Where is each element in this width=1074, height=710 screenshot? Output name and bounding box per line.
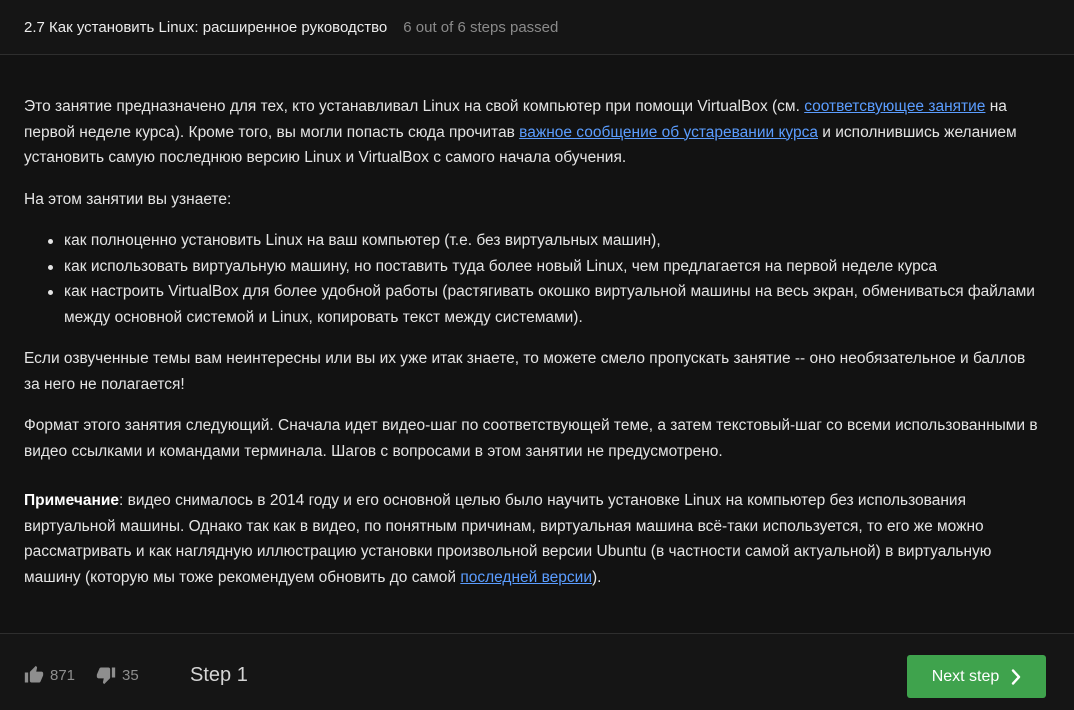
link-latest-version[interactable]: последней версии [460,569,592,586]
intro-paragraph: Это занятие предназначено для тех, кто у… [24,94,1044,171]
next-step-label: Next step [931,667,1000,685]
intro-text-1: Это занятие предназначено для тех, кто у… [24,98,805,115]
list-item: как использовать виртуальную машину, но … [48,254,1044,280]
step-indicator: Step 1 [190,664,248,686]
learn-heading: На этом занятии вы узнаете: [24,190,232,208]
link-deprecation-notice[interactable]: важное сообщение об устаревании курса [519,124,818,141]
list-item: как полноценно установить Linux на ваш к… [48,228,1044,254]
topics-list: как полноценно установить Linux на ваш к… [24,228,1044,330]
chevron-right-icon [1011,668,1021,685]
link-corresponding-lesson[interactable]: соответсвующее занятие [804,98,985,115]
like-button[interactable]: 871 [24,665,75,685]
format-paragraph: Формат этого занятия следующий. Сначала … [24,417,1038,460]
thumbs-down-icon [96,665,116,685]
like-count: 871 [50,666,76,684]
dislike-button[interactable]: 35 [96,665,139,685]
dislike-count: 35 [122,666,139,684]
next-step-button[interactable]: Next step [907,655,1046,698]
thumbs-up-icon [24,665,44,685]
list-item: как настроить VirtualBox для более удобн… [48,279,1044,330]
note-text-2: ). [591,568,602,586]
step-footer: 871 35 Step 1 Next step [0,633,1074,710]
optional-paragraph: Если озвученные темы вам неинтересны или… [24,350,1026,393]
lesson-title: 2.7 Как установить Linux: расширенное ру… [24,18,388,36]
step-content: Это занятие предназначено для тех, кто у… [24,94,1044,606]
lesson-header: 2.7 Как установить Linux: расширенное ру… [0,0,1074,55]
note-label: Примечание [24,492,119,509]
note-paragraph: Примечание: видео снималось в 2014 году … [24,488,1044,590]
steps-progress: 6 out of 6 steps passed [403,18,559,36]
